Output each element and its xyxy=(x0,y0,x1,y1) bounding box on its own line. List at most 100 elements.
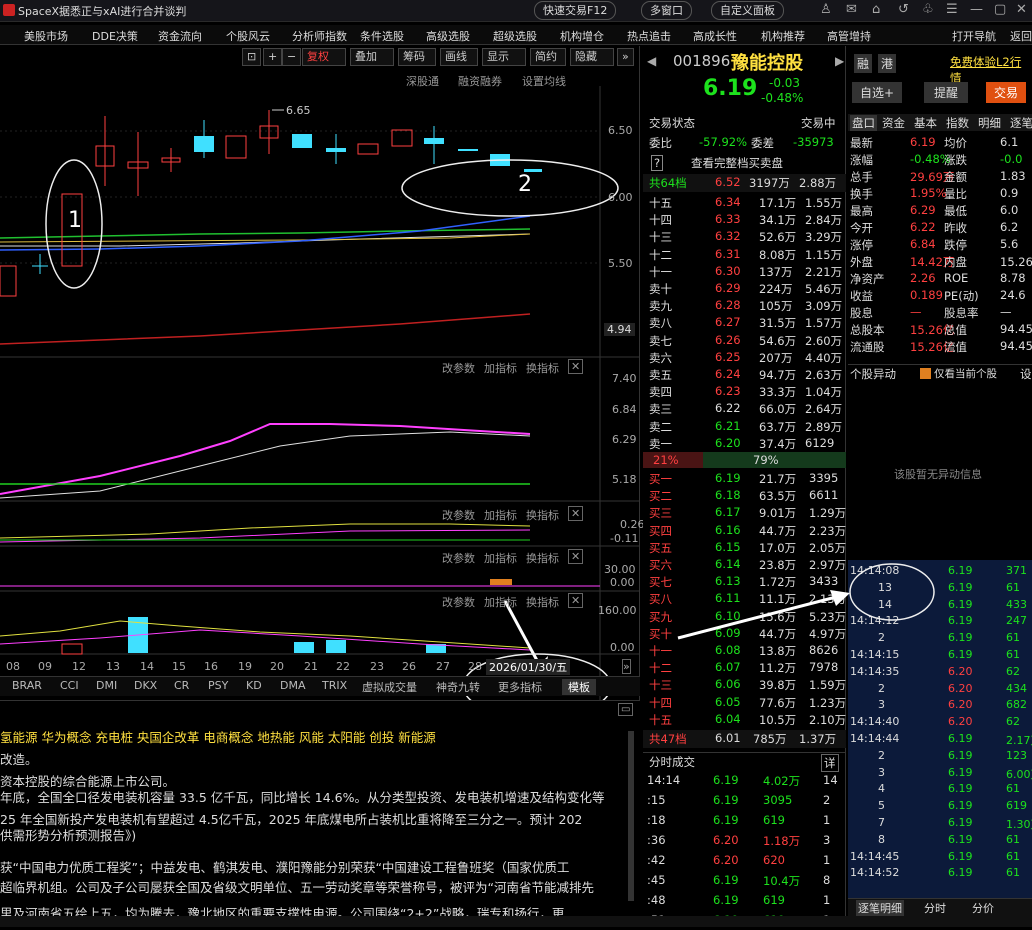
sell-row[interactable]: 十五 6.34 17.1万 1.55万 xyxy=(643,194,846,212)
tab-magic-nine[interactable]: 神奇九转 xyxy=(436,679,480,695)
tab-virtual-volume[interactable]: 虚拟成交量 xyxy=(362,679,417,695)
menu-item[interactable]: 分析师指数 xyxy=(292,28,347,44)
panel1-swap[interactable]: 换指标 xyxy=(526,360,559,376)
back-icon[interactable]: ↺ xyxy=(898,2,909,17)
tab-psy[interactable]: PSY xyxy=(208,679,228,692)
buy-row[interactable]: 买三 6.17 9.01万 1.29万 xyxy=(643,504,846,522)
trade-button[interactable]: 交易 xyxy=(986,82,1027,103)
shirt-icon[interactable]: ♧ xyxy=(922,2,934,17)
stat-row[interactable]: 涨停 6.84 跌停 5.6 xyxy=(848,236,1032,253)
stat-row[interactable]: 最新 6.19 均价 6.1 xyxy=(848,134,1032,151)
sell-row[interactable]: 卖五 6.24 94.7万 2.63万 xyxy=(643,366,846,384)
panel4-param[interactable]: 改参数 xyxy=(442,594,475,610)
stat-row[interactable]: 总手 29.69万 金额 1.83 xyxy=(848,168,1032,185)
stat-row[interactable]: 涨幅 -0.48% 涨跌 -0.0 xyxy=(848,151,1032,168)
buy-row[interactable]: 买四 6.16 44.7万 2.23万 xyxy=(643,522,846,540)
tab-gang[interactable]: 港 xyxy=(878,54,897,73)
sell-row[interactable]: 卖六 6.25 207万 4.40万 xyxy=(643,349,846,367)
fenshi-row[interactable]: :48 6.19 619 1 xyxy=(643,892,846,910)
add-watchlist-button[interactable]: 自选+ xyxy=(852,82,903,103)
buy-row[interactable]: 十五 6.04 10.5万 2.10万 xyxy=(643,711,846,729)
menu-item[interactable]: 热点追击 xyxy=(627,28,671,44)
sell-row[interactable]: 十三 6.32 52.6万 3.29万 xyxy=(643,228,846,246)
tab-template[interactable]: 模板 xyxy=(562,679,596,695)
menu-item[interactable]: 个股风云 xyxy=(226,28,270,44)
fenshi-row[interactable]: :36 6.20 1.18万 3 xyxy=(643,832,846,850)
panel3-param[interactable]: 改参数 xyxy=(442,550,475,566)
tab-pankou[interactable]: 盘口 xyxy=(850,115,877,131)
menu-item[interactable]: 高级选股 xyxy=(426,28,470,44)
only-current-label[interactable]: 仅看当前个股 xyxy=(934,366,997,381)
panel2-param[interactable]: 改参数 xyxy=(442,507,475,523)
scroll-right-icon[interactable]: » xyxy=(622,659,631,674)
panel3-swap[interactable]: 换指标 xyxy=(526,550,559,566)
tab-cr[interactable]: CR xyxy=(174,679,189,692)
menu-item[interactable]: 资金流向 xyxy=(158,28,202,44)
stat-row[interactable]: 流通股 15.26亿 流值 94.45 xyxy=(848,338,1032,355)
reminder-button[interactable]: 提醒 xyxy=(924,82,969,103)
stat-row[interactable]: 净资产 2.26 ROE 8.78 xyxy=(848,270,1032,287)
scrollbar[interactable] xyxy=(628,731,634,901)
multi-window-button[interactable]: 多窗口 xyxy=(641,1,692,20)
tab-fenjia[interactable]: 分价 xyxy=(972,900,994,916)
tab-zhubi-detail[interactable]: 逐笔明细 xyxy=(856,900,904,916)
sell-row[interactable]: 卖三 6.22 66.0万 2.64万 xyxy=(643,400,846,418)
buy-row[interactable]: 十三 6.06 39.8万 1.59万 xyxy=(643,676,846,694)
panel1-param[interactable]: 改参数 xyxy=(442,360,475,376)
panel4-swap[interactable]: 换指标 xyxy=(526,594,559,610)
panel4-close-icon[interactable]: ✕ xyxy=(568,593,584,608)
menu-item[interactable]: 机构增仓 xyxy=(560,28,604,44)
tab-trix[interactable]: TRIX xyxy=(322,679,347,692)
menu-item[interactable]: 高成长性 xyxy=(693,28,737,44)
stat-row[interactable]: 收益 0.189 PE(动) 24.6 xyxy=(848,287,1032,304)
tab-fenshi[interactable]: 分时 xyxy=(924,900,946,916)
fenshi-row[interactable]: :18 6.19 619 1 xyxy=(643,812,846,830)
checkbox-icon[interactable] xyxy=(920,368,931,379)
tab-brar[interactable]: BRAR xyxy=(12,679,42,692)
tab-dma[interactable]: DMA xyxy=(280,679,306,692)
tab-more[interactable]: 更多指标 xyxy=(498,679,542,695)
full-book-row[interactable]: ? 查看完整档买卖盘 xyxy=(643,154,846,172)
stat-row[interactable]: 今开 6.22 昨收 6.2 xyxy=(848,219,1032,236)
full-book-link[interactable]: 查看完整档买卖盘 xyxy=(691,155,783,171)
sell-row[interactable]: 卖四 6.23 33.3万 1.04万 xyxy=(643,383,846,401)
menu-icon[interactable]: ☰ xyxy=(946,2,958,17)
tab-dmi[interactable]: DMI xyxy=(96,679,117,692)
fenshi-row[interactable]: :45 6.19 10.4万 8 xyxy=(643,872,846,890)
sell-row[interactable]: 十一 6.30 137万 2.21万 xyxy=(643,263,846,281)
menu-item[interactable]: 返回 xyxy=(1010,28,1032,44)
tab-cci[interactable]: CCI xyxy=(60,679,79,692)
quick-trade-button[interactable]: 快速交易F12 xyxy=(534,1,617,20)
close-icon[interactable]: ✕ xyxy=(1016,2,1027,17)
menu-item[interactable]: DDE决策 xyxy=(92,28,138,44)
buy-row[interactable]: 十二 6.07 11.2万 7978 xyxy=(643,659,846,677)
sell-row[interactable]: 卖十 6.29 224万 5.46万 xyxy=(643,280,846,298)
tab-mingxi[interactable]: 明细 xyxy=(978,115,1001,131)
stat-row[interactable]: 最高 6.29 最低 6.0 xyxy=(848,202,1032,219)
tab-dkx[interactable]: DKX xyxy=(134,679,157,692)
buy-row[interactable]: 买五 6.15 17.0万 2.05万 xyxy=(643,539,846,557)
panel2-add[interactable]: 加指标 xyxy=(484,507,517,523)
fenshi-row[interactable]: :42 6.20 620 1 xyxy=(643,852,846,870)
panel2-swap[interactable]: 换指标 xyxy=(526,507,559,523)
minimize-icon[interactable]: — xyxy=(970,2,983,17)
buy-row[interactable]: 十四 6.05 77.6万 1.23万 xyxy=(643,694,846,712)
menu-item[interactable]: 美股市场 xyxy=(24,28,68,44)
settings-link[interactable]: 设 xyxy=(1020,366,1032,382)
panel2-close-icon[interactable]: ✕ xyxy=(568,506,584,521)
fenshi-row[interactable]: :15 6.19 3095 2 xyxy=(643,792,846,810)
buy-row[interactable]: 买一 6.19 21.7万 3395 xyxy=(643,470,846,488)
menu-item[interactable]: 机构推荐 xyxy=(761,28,805,44)
prev-stock-icon[interactable]: ◀ xyxy=(647,54,656,68)
sell-row[interactable]: 卖二 6.21 63.7万 2.89万 xyxy=(643,418,846,436)
stat-row[interactable]: 外盘14.42万内盘15.26万 xyxy=(848,253,1032,270)
panel4-add[interactable]: 加指标 xyxy=(484,594,517,610)
stat-row[interactable]: 换手 1.95% 量比 0.9 xyxy=(848,185,1032,202)
menu-item[interactable]: 高管增持 xyxy=(827,28,871,44)
panel3-add[interactable]: 加指标 xyxy=(484,550,517,566)
menu-item[interactable]: 条件选股 xyxy=(360,28,404,44)
custom-panel-button[interactable]: 自定义面板 xyxy=(711,1,784,20)
collapse-icon[interactable]: ▭ xyxy=(618,703,634,716)
panel1-close-icon[interactable]: ✕ xyxy=(568,359,584,374)
sell-row[interactable]: 卖一 6.20 37.4万 6129 xyxy=(643,435,846,453)
